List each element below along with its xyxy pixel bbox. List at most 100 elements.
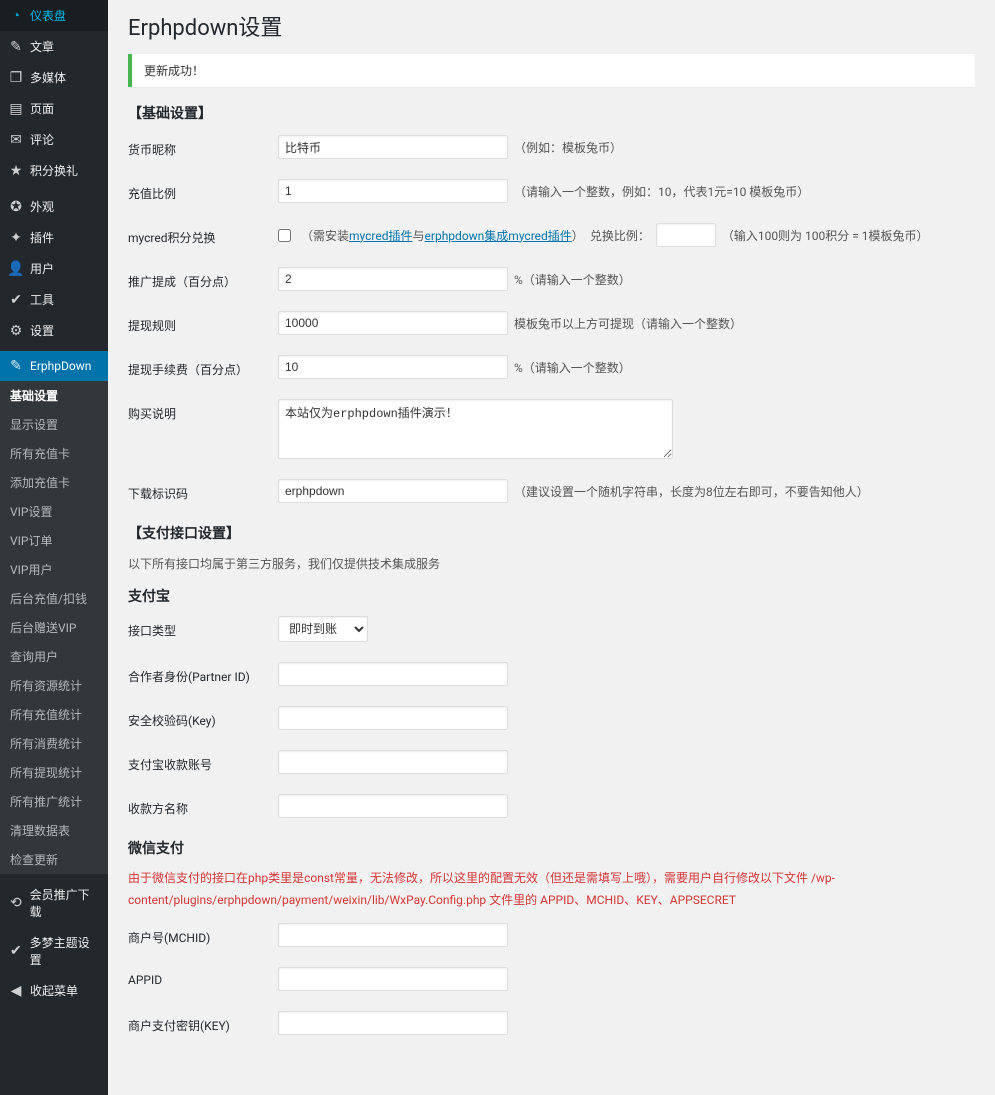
sidebar-item-label: 收起菜单 <box>30 982 78 999</box>
sidebar-item-label: 多媒体 <box>30 69 66 86</box>
sidebar-item-plugins[interactable]: ✦插件 <box>0 222 108 253</box>
currency-hint: （例如：模板兔币） <box>514 139 622 156</box>
payment-settings-heading: 【支付接口设置】 <box>128 523 975 543</box>
sidebar-item-dashboard[interactable]: ◔ 仪表盘 <box>0 0 108 31</box>
submenu-item-consume-stats[interactable]: 所有消费统计 <box>0 729 108 758</box>
download-code-hint: （建议设置一个随机字符串，长度为8位左右即可，不要告知他人） <box>514 483 869 500</box>
appid-label: APPID <box>128 967 278 987</box>
appearance-icon: ✪ <box>8 199 24 215</box>
security-key-input[interactable] <box>278 706 508 730</box>
appid-input[interactable] <box>278 967 508 991</box>
sidebar-item-label: 用户 <box>30 260 54 277</box>
commission-hint: %（请输入一个整数） <box>514 271 631 288</box>
erphpdown-icon: ✎ <box>8 358 24 374</box>
buy-note-textarea[interactable]: 本站仅为erphpdown插件演示！ <box>278 399 673 459</box>
mycred-plugin-link[interactable]: mycred插件 <box>349 229 413 243</box>
points-gift-icon: ★ <box>8 163 24 179</box>
member-promo-icon: ⟲ <box>8 895 24 911</box>
submenu-item-vip-orders[interactable]: VIP订单 <box>0 526 108 555</box>
security-key-label: 安全校验码(Key) <box>128 706 278 729</box>
submenu-item-promo-stats[interactable]: 所有推广统计 <box>0 787 108 816</box>
sidebar-item-media[interactable]: ❐多媒体 <box>0 62 108 93</box>
main-content: Erphpdown设置 更新成功！ 【基础设置】 货币昵称 （例如：模板兔币） … <box>108 0 995 1095</box>
sidebar-item-points-gift[interactable]: ★积分换礼 <box>0 155 108 186</box>
collapse-menu-icon: ◀ <box>8 983 24 999</box>
sidebar-item-theme-settings[interactable]: ✔ 多梦主题设置 <box>0 927 108 975</box>
sidebar-item-erphpdown[interactable]: ✎ErphpDown <box>0 351 108 381</box>
mycred-ratio-input[interactable] <box>656 223 716 247</box>
mycred-checkbox[interactable] <box>278 229 291 242</box>
sidebar-item-label: 外观 <box>30 198 54 215</box>
mycred-ratio-hint: （输入100则为 100积分 = 1模板兔币） <box>722 227 929 244</box>
comments-icon: ✉ <box>8 132 24 148</box>
submenu-item-clean-db[interactable]: 清理数据表 <box>0 816 108 845</box>
partner-id-input[interactable] <box>278 662 508 686</box>
sidebar-item-pages[interactable]: ▤页面 <box>0 93 108 124</box>
page-title: Erphpdown设置 <box>128 10 975 42</box>
sidebar-item-label: 多梦主题设置 <box>30 934 100 968</box>
update-success-notice: 更新成功！ <box>128 54 975 87</box>
submenu-item-vip-settings[interactable]: VIP设置 <box>0 497 108 526</box>
submenu-item-backend-recharge[interactable]: 后台充值/扣钱 <box>0 584 108 613</box>
plugins-icon: ✦ <box>8 230 24 246</box>
submenu-item-add-card[interactable]: 添加充值卡 <box>0 468 108 497</box>
currency-input[interactable] <box>278 135 508 159</box>
submenu-item-basic-settings[interactable]: 基础设置 <box>0 381 108 410</box>
partner-id-label: 合作者身份(Partner ID) <box>128 662 278 685</box>
submenu-item-withdraw-stats[interactable]: 所有提现统计 <box>0 758 108 787</box>
mchid-label: 商户号(MCHID) <box>128 923 278 946</box>
sidebar-item-label: 文章 <box>30 38 54 55</box>
wxkey-label: 商户支付密钥(KEY) <box>128 1011 278 1034</box>
alipay-heading: 支付宝 <box>128 586 975 606</box>
payment-note: 以下所有接口均属于第三方服务，我们仅提供技术集成服务 <box>128 555 975 572</box>
sidebar-item-label: 页面 <box>30 100 54 117</box>
sidebar-item-member-promo[interactable]: ⟲ 会员推广下载 <box>0 879 108 927</box>
submenu-item-all-cards[interactable]: 所有充值卡 <box>0 439 108 468</box>
api-type-select[interactable]: 即时到账 <box>278 616 368 642</box>
withdraw-rule-hint: 模板兔币以上方可提现（请输入一个整数） <box>514 315 742 332</box>
sidebar-item-label: 仪表盘 <box>30 7 66 24</box>
api-type-label: 接口类型 <box>128 616 278 639</box>
download-code-label: 下载标识码 <box>128 479 278 502</box>
withdraw-fee-input[interactable] <box>278 355 508 379</box>
sidebar-item-collapse-menu[interactable]: ◀ 收起菜单 <box>0 975 108 1006</box>
sidebar-item-appearance[interactable]: ✪ 外观 <box>0 191 108 222</box>
sidebar-item-label: 工具 <box>30 291 54 308</box>
sidebar-item-settings[interactable]: ⚙设置 <box>0 315 108 346</box>
sidebar-item-label: 会员推广下载 <box>30 886 100 920</box>
withdraw-rule-input[interactable] <box>278 311 508 335</box>
commission-input[interactable] <box>278 267 508 291</box>
mchid-input[interactable] <box>278 923 508 947</box>
commission-label: 推广提成（百分点） <box>128 267 278 290</box>
payee-name-label: 收款方名称 <box>128 794 278 817</box>
download-code-input[interactable] <box>278 479 508 503</box>
submenu-item-display-settings[interactable]: 显示设置 <box>0 410 108 439</box>
ratio-input[interactable] <box>278 179 508 203</box>
sidebar-item-tools[interactable]: ✔工具 <box>0 284 108 315</box>
currency-label: 货币昵称 <box>128 135 278 158</box>
alipay-account-input[interactable] <box>278 750 508 774</box>
erphpdown-mycred-link[interactable]: erphpdown集成mycred插件 <box>425 229 572 243</box>
withdraw-rule-label: 提现规则 <box>128 311 278 334</box>
submenu-item-recharge-stats[interactable]: 所有充值统计 <box>0 700 108 729</box>
buy-note-label: 购买说明 <box>128 399 278 422</box>
submenu-item-query-user[interactable]: 查询用户 <box>0 642 108 671</box>
users-icon: 👤 <box>8 261 24 277</box>
submenu-item-vip-users[interactable]: VIP用户 <box>0 555 108 584</box>
submenu-item-check-update[interactable]: 检查更新 <box>0 845 108 874</box>
sidebar-item-comments[interactable]: ✉ 评论 <box>0 124 108 155</box>
dashboard-icon: ◔ <box>8 8 24 24</box>
wxkey-input[interactable] <box>278 1011 508 1035</box>
alipay-account-label: 支付宝收款账号 <box>128 750 278 773</box>
submenu-item-resource-stats[interactable]: 所有资源统计 <box>0 671 108 700</box>
sidebar-item-users[interactable]: 👤 用户 <box>0 253 108 284</box>
sidebar-item-posts[interactable]: ✎文章 <box>0 31 108 62</box>
submenu-item-backend-gift-vip[interactable]: 后台赠送VIP <box>0 613 108 642</box>
payee-name-input[interactable] <box>278 794 508 818</box>
withdraw-fee-label: 提现手续费（百分点） <box>128 355 278 378</box>
ratio-label: 充值比例 <box>128 179 278 202</box>
admin-sidebar: ◔仪表盘✎文章❐多媒体▤页面✉评论★积分换礼✪外观✦插件👤用户✔工具⚙设置✎Er… <box>0 0 108 1095</box>
sidebar-item-label: 评论 <box>30 131 54 148</box>
theme-settings-icon: ✔ <box>8 943 24 959</box>
wechat-warning: 由于微信支付的接口在php类里是const常量，无法修改，所以这里的配置无效（但… <box>128 868 975 911</box>
